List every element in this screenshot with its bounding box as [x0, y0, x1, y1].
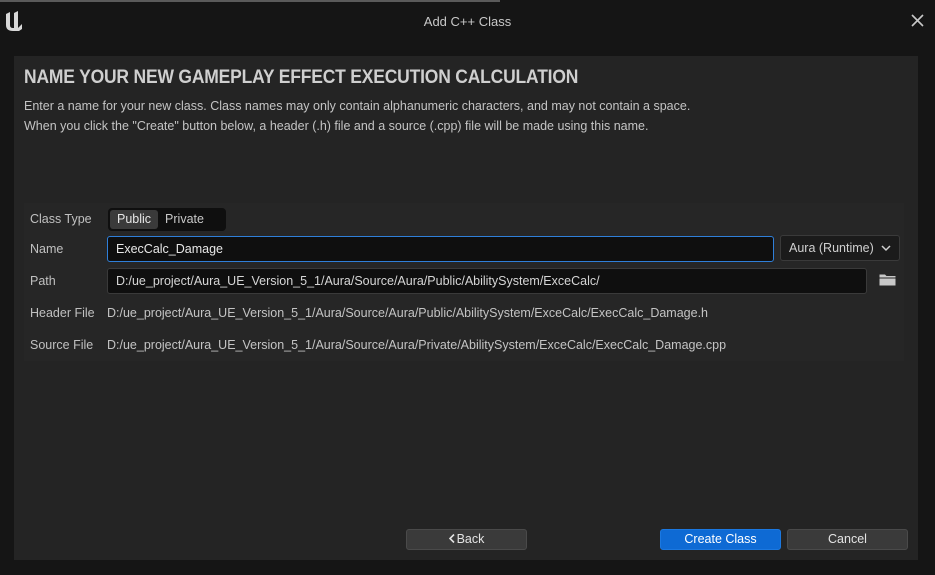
back-button[interactable]: Back: [406, 529, 527, 550]
source-file-label: Source File: [30, 338, 94, 352]
class-type-public-button[interactable]: Public: [110, 210, 159, 229]
window-title: Add C++ Class: [423, 14, 512, 29]
folder-icon[interactable]: [878, 270, 896, 288]
class-name-input[interactable]: ExecCalc_Damage: [107, 236, 774, 262]
name-label: Name: [30, 242, 64, 256]
header-file-value: D:/ue_project/Aura_UE_Version_5_1/Aura/S…: [107, 306, 708, 320]
close-icon[interactable]: [909, 12, 925, 28]
path-label: Path: [30, 274, 56, 288]
class-details-form: Class Type Public Private Name ExecCalc_…: [24, 203, 904, 361]
path-input[interactable]: D:/ue_project/Aura_UE_Version_5_1/Aura/S…: [107, 268, 867, 294]
cancel-button[interactable]: Cancel: [787, 529, 908, 550]
class-type-private-button[interactable]: Private: [158, 210, 211, 229]
chevron-left-icon: [448, 534, 455, 543]
header-file-label: Header File: [30, 306, 95, 320]
chevron-down-icon: [881, 244, 891, 251]
source-file-value: D:/ue_project/Aura_UE_Version_5_1/Aura/S…: [107, 338, 727, 352]
create-class-button[interactable]: Create Class: [660, 529, 781, 550]
module-dropdown[interactable]: Aura (Runtime): [780, 235, 900, 261]
class-type-label: Class Type: [30, 212, 92, 226]
title-bar: Add C++ Class: [0, 2, 935, 42]
class-type-toggle: Public Private: [108, 208, 226, 231]
back-button-label: Back: [456, 532, 485, 546]
description-line-2: When you click the "Create" button below…: [24, 119, 649, 133]
module-dropdown-value: Aura (Runtime): [789, 241, 874, 255]
dialog-panel: NAME YOUR NEW GAMEPLAY EFFECT EXECUTION …: [14, 56, 918, 560]
description-line-1: Enter a name for your new class. Class n…: [24, 99, 691, 113]
page-heading: NAME YOUR NEW GAMEPLAY EFFECT EXECUTION …: [24, 67, 579, 88]
